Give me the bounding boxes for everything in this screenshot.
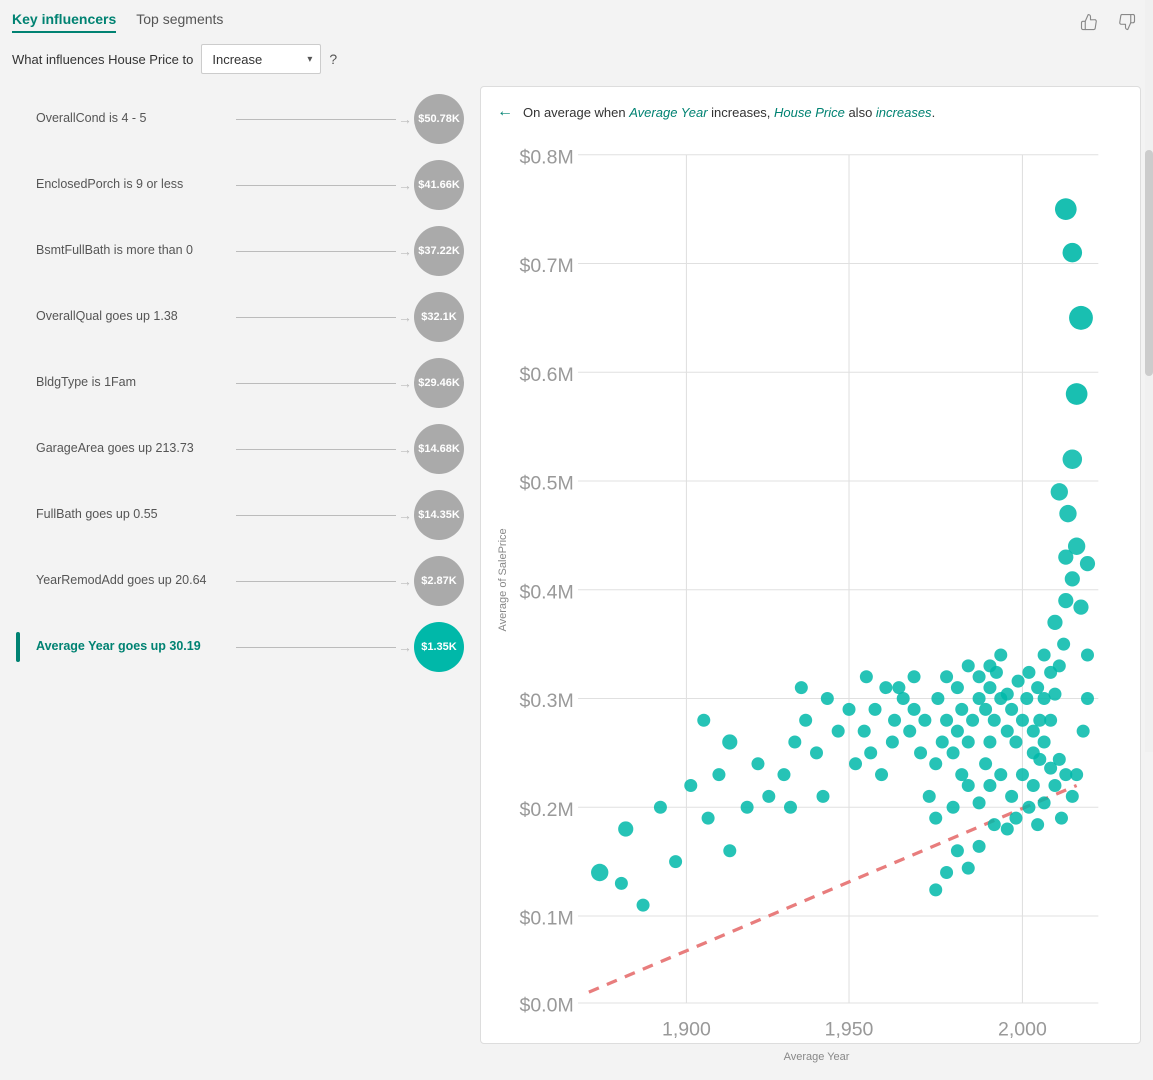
item-line bbox=[236, 317, 396, 318]
main-container: Key influencers Top segments What influe… bbox=[0, 0, 1153, 752]
filter-row: What influences House Price to Increase … bbox=[12, 44, 1141, 74]
help-icon[interactable]: ? bbox=[329, 51, 337, 67]
item-bar-area: → $14.68K bbox=[236, 424, 464, 474]
item-line bbox=[236, 383, 396, 384]
scrollbar-thumb[interactable] bbox=[1145, 150, 1153, 376]
item-value-circle: $14.35K bbox=[414, 490, 464, 540]
item-arrow-icon: → bbox=[398, 441, 412, 457]
x-axis-label: Average Year bbox=[513, 1051, 1120, 1063]
item-value-circle: $41.66K bbox=[414, 160, 464, 210]
back-arrow-icon[interactable]: ← bbox=[497, 103, 513, 121]
top-icons bbox=[1075, 8, 1141, 36]
item-line bbox=[236, 119, 396, 120]
item-value-circle: $29.46K bbox=[414, 358, 464, 408]
chart-title: On average when Average Year increases, … bbox=[523, 105, 935, 120]
influencer-item[interactable]: GarageArea goes up 213.73 → $14.68K bbox=[12, 416, 468, 482]
item-arrow-icon: → bbox=[398, 375, 412, 391]
item-value-circle: $1.35K bbox=[414, 622, 464, 672]
item-bar-area: → $37.22K bbox=[236, 226, 464, 276]
item-arrow-icon: → bbox=[398, 639, 412, 655]
influencer-item[interactable]: BsmtFullBath is more than 0 → $37.22K bbox=[12, 218, 468, 284]
item-line bbox=[236, 449, 396, 450]
item-value-circle: $50.78K bbox=[414, 94, 464, 144]
item-bar-area: → $29.46K bbox=[236, 358, 464, 408]
influencer-item[interactable]: EnclosedPorch is 9 or less → $41.66K bbox=[12, 152, 468, 218]
item-line bbox=[236, 647, 396, 648]
item-value-circle: $37.22K bbox=[414, 226, 464, 276]
item-arrow-icon: → bbox=[398, 177, 412, 193]
y-axis-label: Average of SalePrice bbox=[497, 133, 509, 1027]
chart-area: Average of SalePrice bbox=[497, 133, 1120, 1027]
item-label: FullBath goes up 0.55 bbox=[36, 506, 236, 524]
item-arrow-icon: → bbox=[398, 573, 412, 589]
item-line bbox=[236, 581, 396, 582]
tab-top-segments[interactable]: Top segments bbox=[136, 11, 223, 33]
svg-text:$0.2M: $0.2M bbox=[519, 799, 573, 821]
svg-text:$0.0M: $0.0M bbox=[519, 995, 573, 1017]
item-label: Average Year goes up 30.19 bbox=[36, 638, 236, 656]
dropdown-value: Increase bbox=[212, 52, 262, 67]
content-area: OverallCond is 4 - 5 → $50.78K EnclosedP… bbox=[12, 86, 1141, 1044]
item-bar-area: → $2.87K bbox=[236, 556, 464, 606]
item-label: YearRemodAdd goes up 20.64 bbox=[36, 572, 236, 590]
item-value-circle: $2.87K bbox=[414, 556, 464, 606]
thumbs-up-button[interactable] bbox=[1075, 8, 1103, 36]
chart-svg-area: $0.8M $0.7M $0.6M $0.5M $0.4M $0.3M $0.2… bbox=[513, 133, 1120, 1047]
influencer-item[interactable]: OverallQual goes up 1.38 → $32.1K bbox=[12, 284, 468, 350]
item-arrow-icon: → bbox=[398, 111, 412, 127]
filter-label: What influences House Price to bbox=[12, 52, 193, 67]
svg-text:$0.6M: $0.6M bbox=[519, 364, 573, 386]
item-line bbox=[236, 185, 396, 186]
item-indicator-area bbox=[16, 632, 36, 662]
influencer-item[interactable]: FullBath goes up 0.55 → $14.35K bbox=[12, 482, 468, 548]
left-indicator bbox=[16, 632, 20, 662]
item-line bbox=[236, 515, 396, 516]
item-arrow-icon: → bbox=[398, 507, 412, 523]
svg-text:$0.7M: $0.7M bbox=[519, 255, 573, 277]
tab-key-influencers[interactable]: Key influencers bbox=[12, 11, 116, 33]
svg-text:1,900: 1,900 bbox=[662, 1019, 711, 1041]
chevron-down-icon: ▾ bbox=[307, 54, 312, 65]
left-panel: OverallCond is 4 - 5 → $50.78K EnclosedP… bbox=[12, 86, 472, 1044]
increase-dropdown[interactable]: Increase ▾ bbox=[201, 44, 321, 74]
influencer-item[interactable]: BldgType is 1Fam → $29.46K bbox=[12, 350, 468, 416]
item-arrow-icon: → bbox=[398, 309, 412, 325]
scatter-chart: $0.8M $0.7M $0.6M $0.5M $0.4M $0.3M $0.2… bbox=[513, 133, 1120, 1047]
influencer-item[interactable]: OverallCond is 4 - 5 → $50.78K bbox=[12, 86, 468, 152]
svg-text:$0.1M: $0.1M bbox=[519, 908, 573, 930]
right-panel: ← On average when Average Year increases… bbox=[480, 86, 1141, 1044]
svg-text:2,000: 2,000 bbox=[998, 1019, 1047, 1041]
item-label: BldgType is 1Fam bbox=[36, 374, 236, 392]
item-label: EnclosedPorch is 9 or less bbox=[36, 176, 236, 194]
svg-text:$0.3M: $0.3M bbox=[519, 690, 573, 712]
item-bar-area: → $14.35K bbox=[236, 490, 464, 540]
top-bar: Key influencers Top segments bbox=[12, 8, 1141, 36]
svg-text:$0.5M: $0.5M bbox=[519, 473, 573, 495]
item-bar-area: → $1.35K bbox=[236, 622, 464, 672]
svg-text:$0.4M: $0.4M bbox=[519, 581, 573, 603]
item-arrow-icon: → bbox=[398, 243, 412, 259]
svg-text:1,950: 1,950 bbox=[825, 1019, 874, 1041]
chart-header: ← On average when Average Year increases… bbox=[497, 103, 1120, 121]
influencer-item[interactable]: Average Year goes up 30.19 → $1.35K bbox=[12, 614, 468, 680]
tabs: Key influencers Top segments bbox=[12, 11, 223, 33]
item-label: GarageArea goes up 213.73 bbox=[36, 440, 236, 458]
chart-inner: $0.8M $0.7M $0.6M $0.5M $0.4M $0.3M $0.2… bbox=[513, 133, 1120, 1027]
item-value-circle: $32.1K bbox=[414, 292, 464, 342]
item-label: OverallCond is 4 - 5 bbox=[36, 110, 236, 128]
item-bar-area: → $32.1K bbox=[236, 292, 464, 342]
item-bar-area: → $41.66K bbox=[236, 160, 464, 210]
item-line bbox=[236, 251, 396, 252]
scrollbar[interactable] bbox=[1145, 0, 1153, 752]
influencer-item[interactable]: YearRemodAdd goes up 20.64 → $2.87K bbox=[12, 548, 468, 614]
thumbs-down-button[interactable] bbox=[1113, 8, 1141, 36]
svg-text:$0.8M: $0.8M bbox=[519, 146, 573, 168]
item-value-circle: $14.68K bbox=[414, 424, 464, 474]
item-label: BsmtFullBath is more than 0 bbox=[36, 242, 236, 260]
item-label: OverallQual goes up 1.38 bbox=[36, 308, 236, 326]
item-bar-area: → $50.78K bbox=[236, 94, 464, 144]
